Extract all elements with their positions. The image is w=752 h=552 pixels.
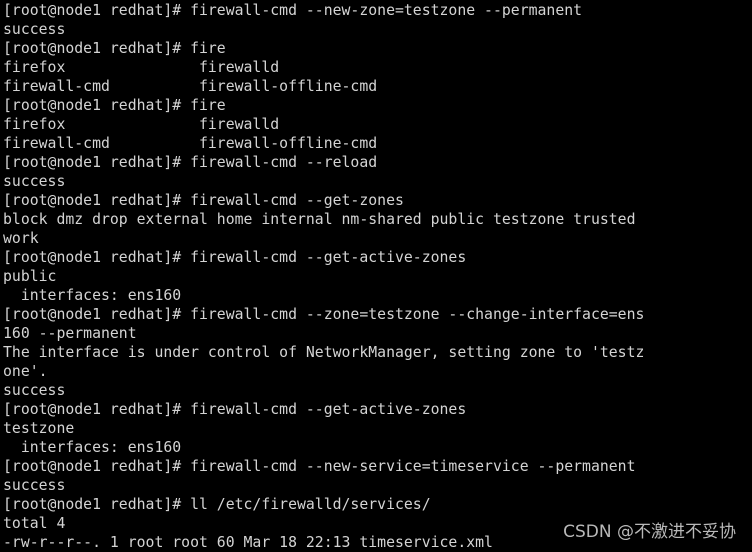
terminal-line: success <box>3 21 66 38</box>
terminal-line: interfaces: ens160 <box>3 439 182 456</box>
terminal-line: success <box>3 477 66 494</box>
terminal-line: firewall-cmd firewall-offline-cmd <box>3 78 378 95</box>
terminal-line: [root@node1 redhat]# firewall-cmd --relo… <box>3 154 378 171</box>
terminal-line: total 4 <box>3 515 66 532</box>
terminal-line: block dmz drop external home internal nm… <box>3 211 636 228</box>
terminal-line: [root@node1 redhat]# firewall-cmd --get-… <box>3 401 467 418</box>
terminal-line: [root@node1 redhat]# firewall-cmd --new-… <box>3 2 583 19</box>
terminal-line: [root@node1 redhat]# firewall-cmd --get-… <box>3 192 404 209</box>
terminal-line: success <box>3 382 66 399</box>
terminal-line: public <box>3 268 57 285</box>
terminal-line: firewall-cmd firewall-offline-cmd <box>3 135 378 152</box>
terminal-line: [root@node1 redhat]# ll /etc/firewalld/s… <box>3 496 431 513</box>
terminal-line: [root@node1 redhat]# firewall-cmd --new-… <box>3 458 636 475</box>
terminal-line: The interface is under control of Networ… <box>3 344 645 361</box>
terminal-line: [root@node1 redhat]# fire <box>3 97 226 114</box>
terminal-output[interactable]: [root@node1 redhat]# firewall-cmd --new-… <box>3 1 644 552</box>
terminal-line: firefox firewalld <box>3 116 280 133</box>
terminal-line: [root@node1 redhat]# firewall-cmd --zone… <box>3 306 645 323</box>
terminal-line: work <box>3 230 39 247</box>
terminal-line: interfaces: ens160 <box>3 287 182 304</box>
watermark: CSDN @不激进不妥协 <box>563 522 736 542</box>
terminal-line: success <box>3 173 66 190</box>
terminal-line: 160 --permanent <box>3 325 137 342</box>
terminal-line: firefox firewalld <box>3 59 280 76</box>
terminal-line: one'. <box>3 363 48 380</box>
terminal-line: [root@node1 redhat]# firewall-cmd --get-… <box>3 249 467 266</box>
terminal-line: testzone <box>3 420 75 437</box>
terminal-line: -rw-r--r--. 1 root root 60 Mar 18 22:13 … <box>3 534 493 551</box>
terminal-line: [root@node1 redhat]# fire <box>3 40 226 57</box>
